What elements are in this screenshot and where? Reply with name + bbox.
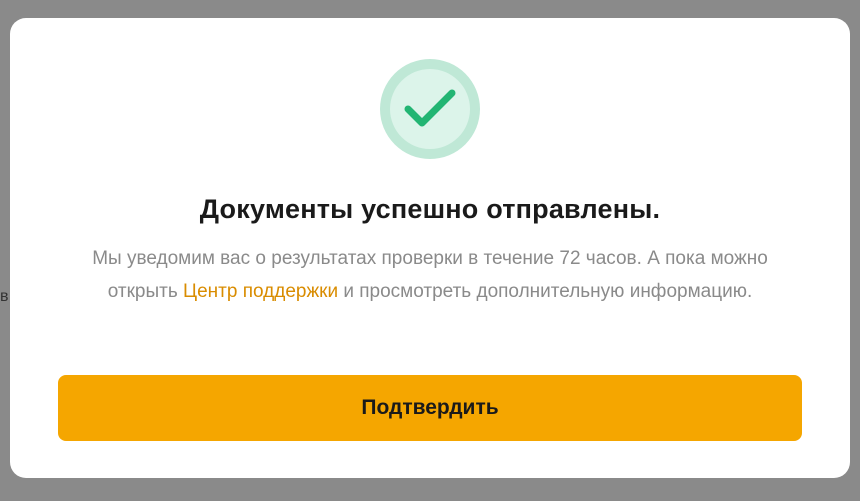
success-badge <box>380 59 480 159</box>
check-icon <box>404 89 456 127</box>
message-text-after-link: и просмотреть дополнительную информацию. <box>338 281 753 302</box>
background-text: в <box>0 288 9 305</box>
confirm-button[interactable]: Подтвердить <box>58 375 802 441</box>
dialog-title: Документы успешно отправлены. <box>199 194 661 224</box>
support-center-link[interactable]: Центр поддержки <box>183 281 338 302</box>
dialog-message: Мы уведомим вас о результатах проверки в… <box>80 242 780 308</box>
success-dialog: Документы успешно отправлены. Мы уведоми… <box>10 18 850 478</box>
